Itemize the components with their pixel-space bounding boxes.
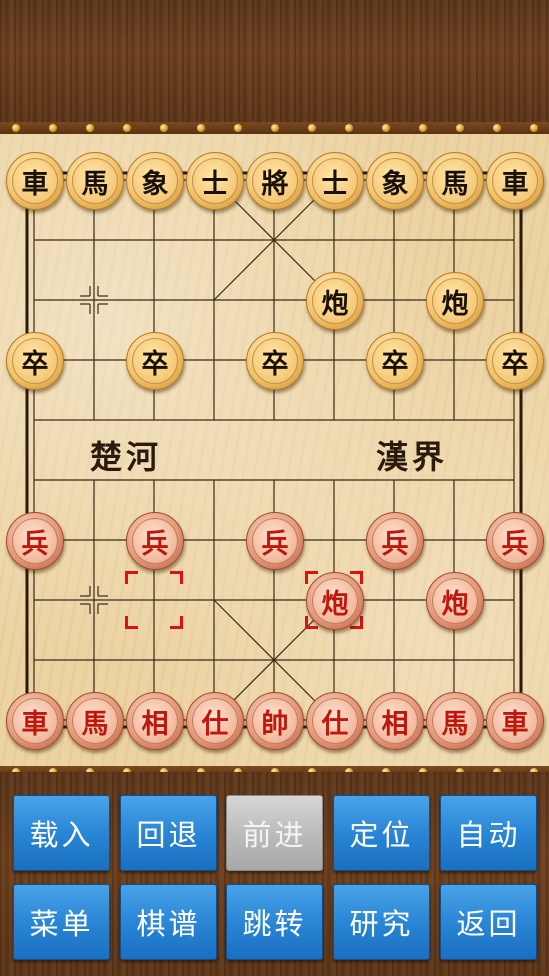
piece-label: 卒 [252, 338, 298, 384]
stud-decoration [345, 124, 353, 132]
black-piece[interactable]: 象 [126, 152, 184, 210]
piece-label: 炮 [432, 278, 478, 324]
black-piece[interactable]: 卒 [486, 332, 544, 390]
stud-decoration [197, 124, 205, 132]
black-piece[interactable]: 炮 [426, 272, 484, 330]
piece-label: 炮 [312, 278, 358, 324]
stud-decoration [456, 124, 464, 132]
piece-label: 相 [132, 698, 178, 744]
stud-decoration [271, 124, 279, 132]
back-button[interactable]: 返回 [440, 884, 537, 960]
piece-label: 車 [12, 698, 58, 744]
piece-label: 卒 [132, 338, 178, 384]
red-piece[interactable]: 兵 [486, 512, 544, 570]
piece-label: 兵 [252, 518, 298, 564]
piece-label: 兵 [492, 518, 538, 564]
piece-label: 相 [372, 698, 418, 744]
stud-decoration [530, 124, 538, 132]
red-piece[interactable]: 帥 [246, 692, 304, 750]
piece-label: 士 [192, 158, 238, 204]
black-piece[interactable]: 馬 [66, 152, 124, 210]
piece-label: 卒 [12, 338, 58, 384]
red-piece[interactable]: 兵 [126, 512, 184, 570]
piece-label: 兵 [12, 518, 58, 564]
board-grid [25, 171, 523, 729]
red-piece[interactable]: 相 [366, 692, 424, 750]
stud-decoration [123, 124, 131, 132]
black-piece[interactable]: 象 [366, 152, 424, 210]
red-piece[interactable]: 車 [6, 692, 64, 750]
piece-label: 車 [492, 698, 538, 744]
game-record-button[interactable]: 棋谱 [120, 884, 217, 960]
black-piece[interactable]: 炮 [306, 272, 364, 330]
undo-button[interactable]: 回退 [120, 795, 217, 871]
stud-decoration [493, 124, 501, 132]
black-piece[interactable]: 將 [246, 152, 304, 210]
move-from-marker [125, 571, 183, 629]
river-text-han-jie: 漢界 [376, 438, 449, 476]
piece-label: 仕 [192, 698, 238, 744]
black-piece[interactable]: 馬 [426, 152, 484, 210]
jump-button[interactable]: 跳转 [226, 884, 323, 960]
red-piece[interactable]: 相 [126, 692, 184, 750]
red-piece[interactable]: 兵 [246, 512, 304, 570]
piece-label: 帥 [252, 698, 298, 744]
piece-label: 兵 [372, 518, 418, 564]
piece-label: 炮 [432, 578, 478, 624]
red-piece[interactable]: 仕 [306, 692, 364, 750]
stud-decoration [308, 124, 316, 132]
stud-decoration [419, 124, 427, 132]
stud-decoration [49, 124, 57, 132]
red-piece[interactable]: 炮 [426, 572, 484, 630]
black-piece[interactable]: 車 [6, 152, 64, 210]
menu-button[interactable]: 菜单 [13, 884, 110, 960]
forward-button[interactable]: 前进 [226, 795, 323, 871]
black-piece[interactable]: 卒 [6, 332, 64, 390]
piece-label: 車 [492, 158, 538, 204]
black-piece[interactable]: 卒 [246, 332, 304, 390]
red-piece[interactable]: 馬 [66, 692, 124, 750]
load-button[interactable]: 载入 [13, 795, 110, 871]
piece-label: 車 [12, 158, 58, 204]
piece-label: 馬 [432, 698, 478, 744]
piece-label: 兵 [132, 518, 178, 564]
stud-decoration [160, 124, 168, 132]
red-piece[interactable]: 仕 [186, 692, 244, 750]
piece-label: 象 [372, 158, 418, 204]
stud-decoration [86, 124, 94, 132]
red-piece[interactable]: 馬 [426, 692, 484, 750]
black-piece[interactable]: 卒 [126, 332, 184, 390]
red-piece[interactable]: 兵 [6, 512, 64, 570]
black-piece[interactable]: 士 [186, 152, 244, 210]
piece-label: 卒 [492, 338, 538, 384]
black-piece[interactable]: 士 [306, 152, 364, 210]
piece-label: 馬 [72, 698, 118, 744]
piece-label: 將 [252, 158, 298, 204]
top-wood-panel [0, 0, 549, 122]
stud-decoration [12, 124, 20, 132]
piece-label: 卒 [372, 338, 418, 384]
position-button[interactable]: 定位 [333, 795, 430, 871]
red-piece[interactable]: 炮 [306, 572, 364, 630]
piece-label: 象 [132, 158, 178, 204]
piece-label: 仕 [312, 698, 358, 744]
research-button[interactable]: 研究 [333, 884, 430, 960]
auto-button[interactable]: 自动 [440, 795, 537, 871]
red-piece[interactable]: 車 [486, 692, 544, 750]
piece-label: 馬 [432, 158, 478, 204]
piece-label: 士 [312, 158, 358, 204]
xiangqi-board[interactable]: 楚河 漢界 車馬象士將士象馬車炮炮卒卒卒卒卒兵兵兵兵兵炮炮車馬相仕帥仕相馬車 [0, 134, 549, 772]
river-text-chu-he: 楚河 [90, 438, 163, 476]
black-piece[interactable]: 車 [486, 152, 544, 210]
piece-label: 馬 [72, 158, 118, 204]
stud-decoration [234, 124, 242, 132]
top-studded-strip [0, 122, 549, 134]
piece-label: 炮 [312, 578, 358, 624]
black-piece[interactable]: 卒 [366, 332, 424, 390]
red-piece[interactable]: 兵 [366, 512, 424, 570]
stud-decoration [382, 124, 390, 132]
